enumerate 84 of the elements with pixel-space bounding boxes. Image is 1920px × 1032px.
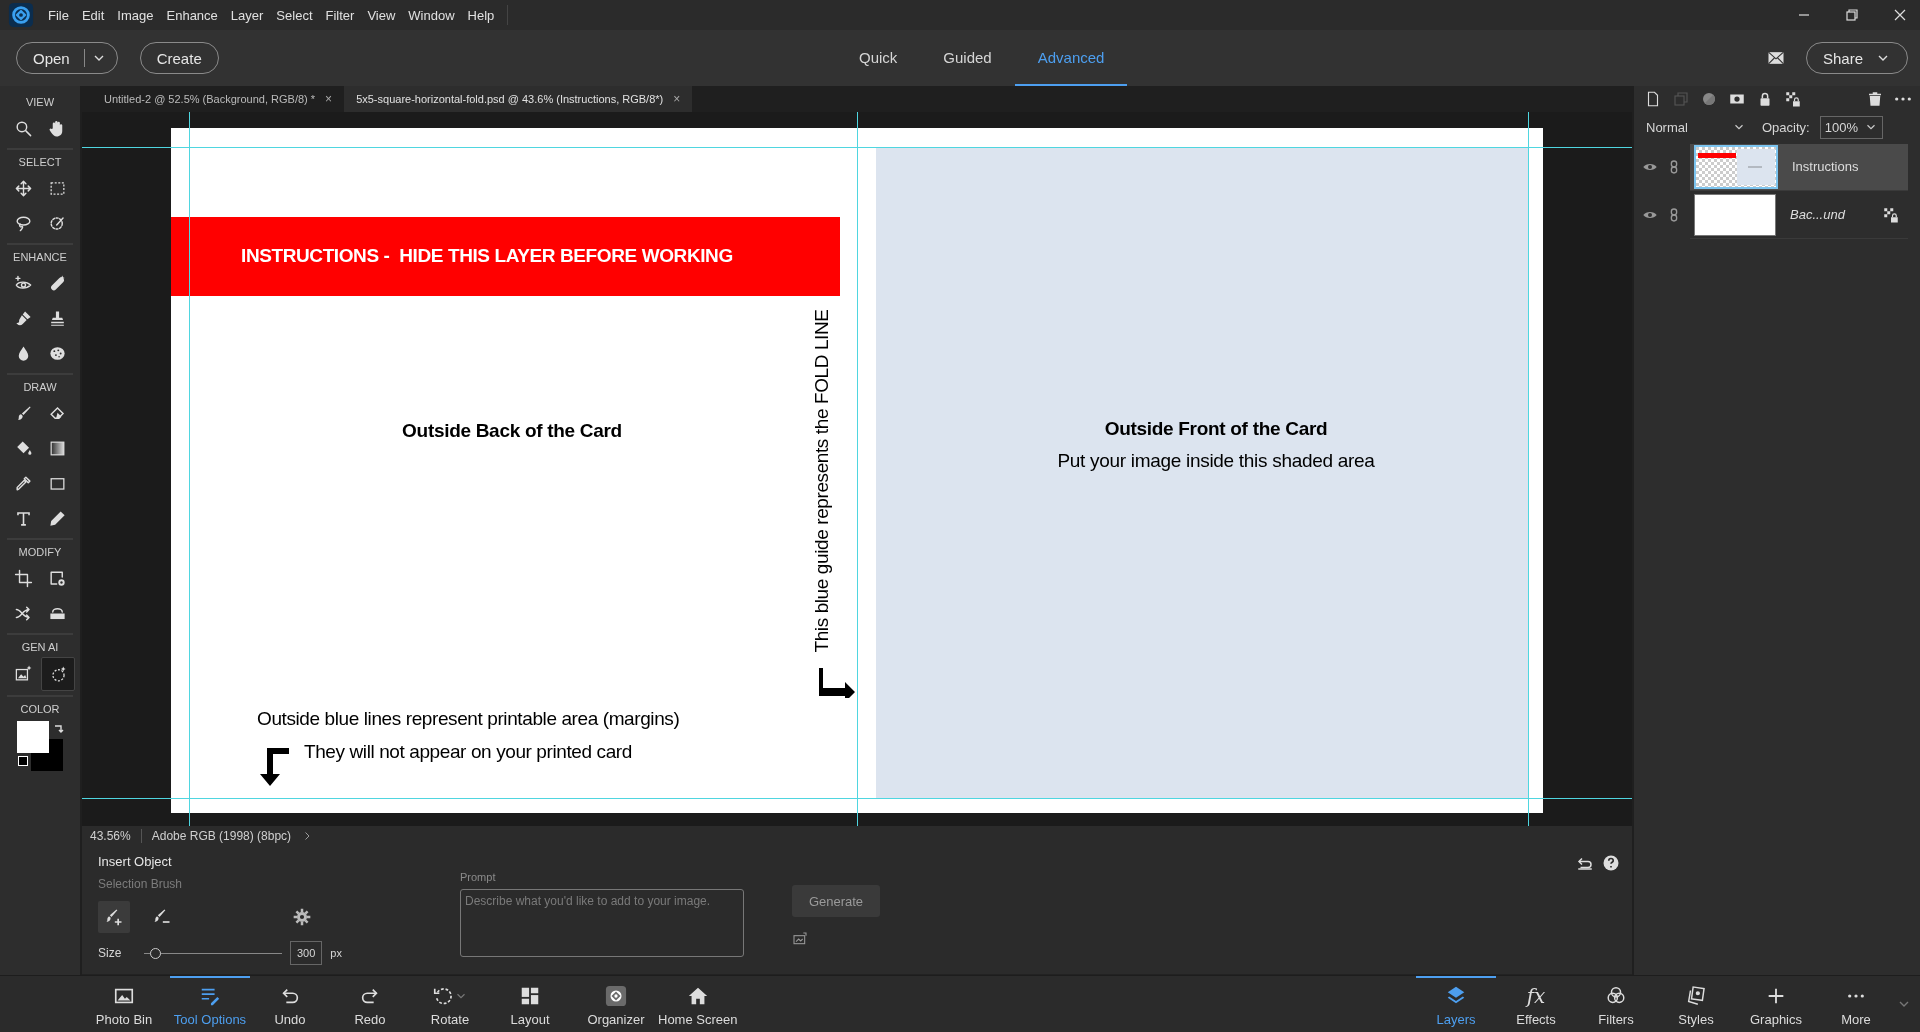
taskbar-button[interactable]: Layout	[490, 976, 570, 1032]
panel-button[interactable]: More	[1816, 976, 1896, 1032]
menu-item[interactable]: Filter	[325, 7, 355, 23]
panel-button[interactable]: fx Effects	[1496, 976, 1576, 1032]
margin-note: Outside blue lines represent printable area (margins)	[257, 707, 680, 730]
lock-transparency-icon[interactable]	[1882, 205, 1900, 224]
toolbar-section-label: SELECT	[18, 156, 62, 168]
document-tab[interactable]: 5x5-square-horizontal-fold.psd @ 43.6% (Instructions, RGB/8*) ×	[344, 86, 693, 112]
toolbar-section-label: MODIFY	[18, 546, 62, 558]
menu-item[interactable]: Image	[117, 7, 154, 23]
adjustment-icon[interactable]	[1700, 90, 1718, 108]
close-tab-icon[interactable]: ×	[325, 92, 333, 106]
menu-item[interactable]: Layer	[230, 7, 264, 23]
taskbar-button[interactable]: Rotate	[410, 976, 490, 1032]
list-row[interactable]: Bac...und	[1690, 191, 1908, 239]
generate-button[interactable]: Generate	[792, 885, 880, 918]
app-logo-icon[interactable]	[8, 2, 34, 28]
document-tab[interactable]: Untitled-2 @ 52.5% (Background, RGB/8) * ×	[92, 86, 345, 112]
taskbar-button[interactable]: Photo Bin	[84, 976, 164, 1032]
fold-note: This blue guide represents the FOLD LINE	[811, 309, 833, 653]
blend-mode-dropdown[interactable]: Normal	[1646, 119, 1746, 135]
close-tab-icon[interactable]: ×	[673, 92, 681, 106]
list-row[interactable]: Instructions	[1690, 143, 1908, 191]
menu-item[interactable]: Window	[408, 7, 455, 23]
color-profile: Adobe RGB (1998) (8bpc)	[151, 829, 292, 844]
unit-label: px	[330, 947, 342, 960]
margin-note: They will not appear on your printed card	[304, 740, 632, 763]
panel-button[interactable]: Graphics	[1736, 976, 1816, 1032]
panel-button[interactable]: Filters	[1576, 976, 1656, 1032]
toolbar-section-label: DRAW	[23, 381, 57, 393]
help-icon[interactable]	[1602, 854, 1620, 873]
more-icon	[1847, 992, 1865, 999]
photos-icon	[1685, 984, 1707, 1007]
close-icon[interactable]	[1892, 7, 1908, 23]
size-label: Size	[98, 946, 123, 961]
prompt-label: Prompt	[460, 871, 497, 884]
menu-item[interactable]: Enhance	[166, 7, 218, 23]
opacity-label: Opacity:	[1762, 119, 1810, 135]
mode-tab[interactable]: Quick	[836, 30, 921, 86]
taskbar-button[interactable]: Tool Options	[170, 976, 250, 1032]
gear-icon[interactable]	[292, 907, 312, 928]
back-label: Outside Back of the Card	[401, 419, 623, 442]
layer-name: Instructions	[1792, 159, 1859, 174]
options-title: Insert Object	[98, 854, 173, 870]
brush-add-icon	[104, 907, 124, 928]
toolbar-section-label: ENHANCE	[13, 251, 67, 263]
bent-arrow-icon	[259, 747, 291, 786]
move-icon[interactable]	[13, 178, 33, 198]
brush-label: Selection Brush	[98, 877, 184, 892]
taskbar-button[interactable]: Redo	[330, 976, 410, 1032]
front-title: Outside Front of the Card	[1103, 417, 1329, 440]
toolbar-section-label: COLOR	[20, 703, 60, 715]
front-subtitle: Put your image inside this shaded area	[1056, 449, 1376, 472]
organizer-icon	[605, 984, 627, 1007]
restore-icon[interactable]	[1844, 7, 1860, 23]
slider-thumb[interactable]	[149, 947, 161, 959]
image-settings-icon[interactable]	[47, 568, 67, 588]
size-field[interactable]: 300	[290, 941, 323, 966]
menu-item[interactable]: Edit	[81, 7, 105, 23]
menu-item[interactable]: File	[48, 7, 69, 23]
taskbar-button[interactable]: Home Screen	[656, 976, 740, 1032]
menu-item[interactable]: Help	[467, 7, 495, 23]
panel-button[interactable]: Styles	[1656, 976, 1736, 1032]
brush-mode-button[interactable]	[98, 901, 130, 934]
shuffle-icon[interactable]	[13, 603, 33, 623]
taskbar-button[interactable]: Undo	[250, 976, 330, 1032]
prompt-field[interactable]: Describe what you'd like to add to your image.	[460, 889, 744, 958]
opacity-dropdown[interactable]: 100%	[1819, 115, 1883, 139]
crop-icon[interactable]	[13, 568, 33, 588]
trash-icon[interactable]	[1866, 90, 1884, 108]
taskbar-button[interactable]: Organizer	[576, 976, 656, 1032]
more-icon[interactable]	[1894, 96, 1912, 102]
menu-item[interactable]: Select	[276, 7, 313, 23]
lock-transparency-icon[interactable]	[1784, 90, 1802, 108]
zoom-level: 43.56%	[90, 829, 142, 844]
mode-tab[interactable]: Guided	[920, 30, 1015, 86]
menu-item[interactable]: View	[367, 7, 396, 23]
bent-arrow-icon	[817, 667, 857, 698]
panel-button[interactable]: Layers	[1416, 976, 1496, 1032]
layer-name: Bac...und	[1790, 207, 1845, 222]
toolbar-section-label: VIEW	[25, 96, 55, 108]
banner-text: INSTRUCTIONS - HIDE THIS LAYER BEFORE WORKING	[241, 245, 733, 268]
tool-button[interactable]	[41, 657, 75, 691]
toolbar-section-label: GEN AI	[21, 641, 59, 653]
